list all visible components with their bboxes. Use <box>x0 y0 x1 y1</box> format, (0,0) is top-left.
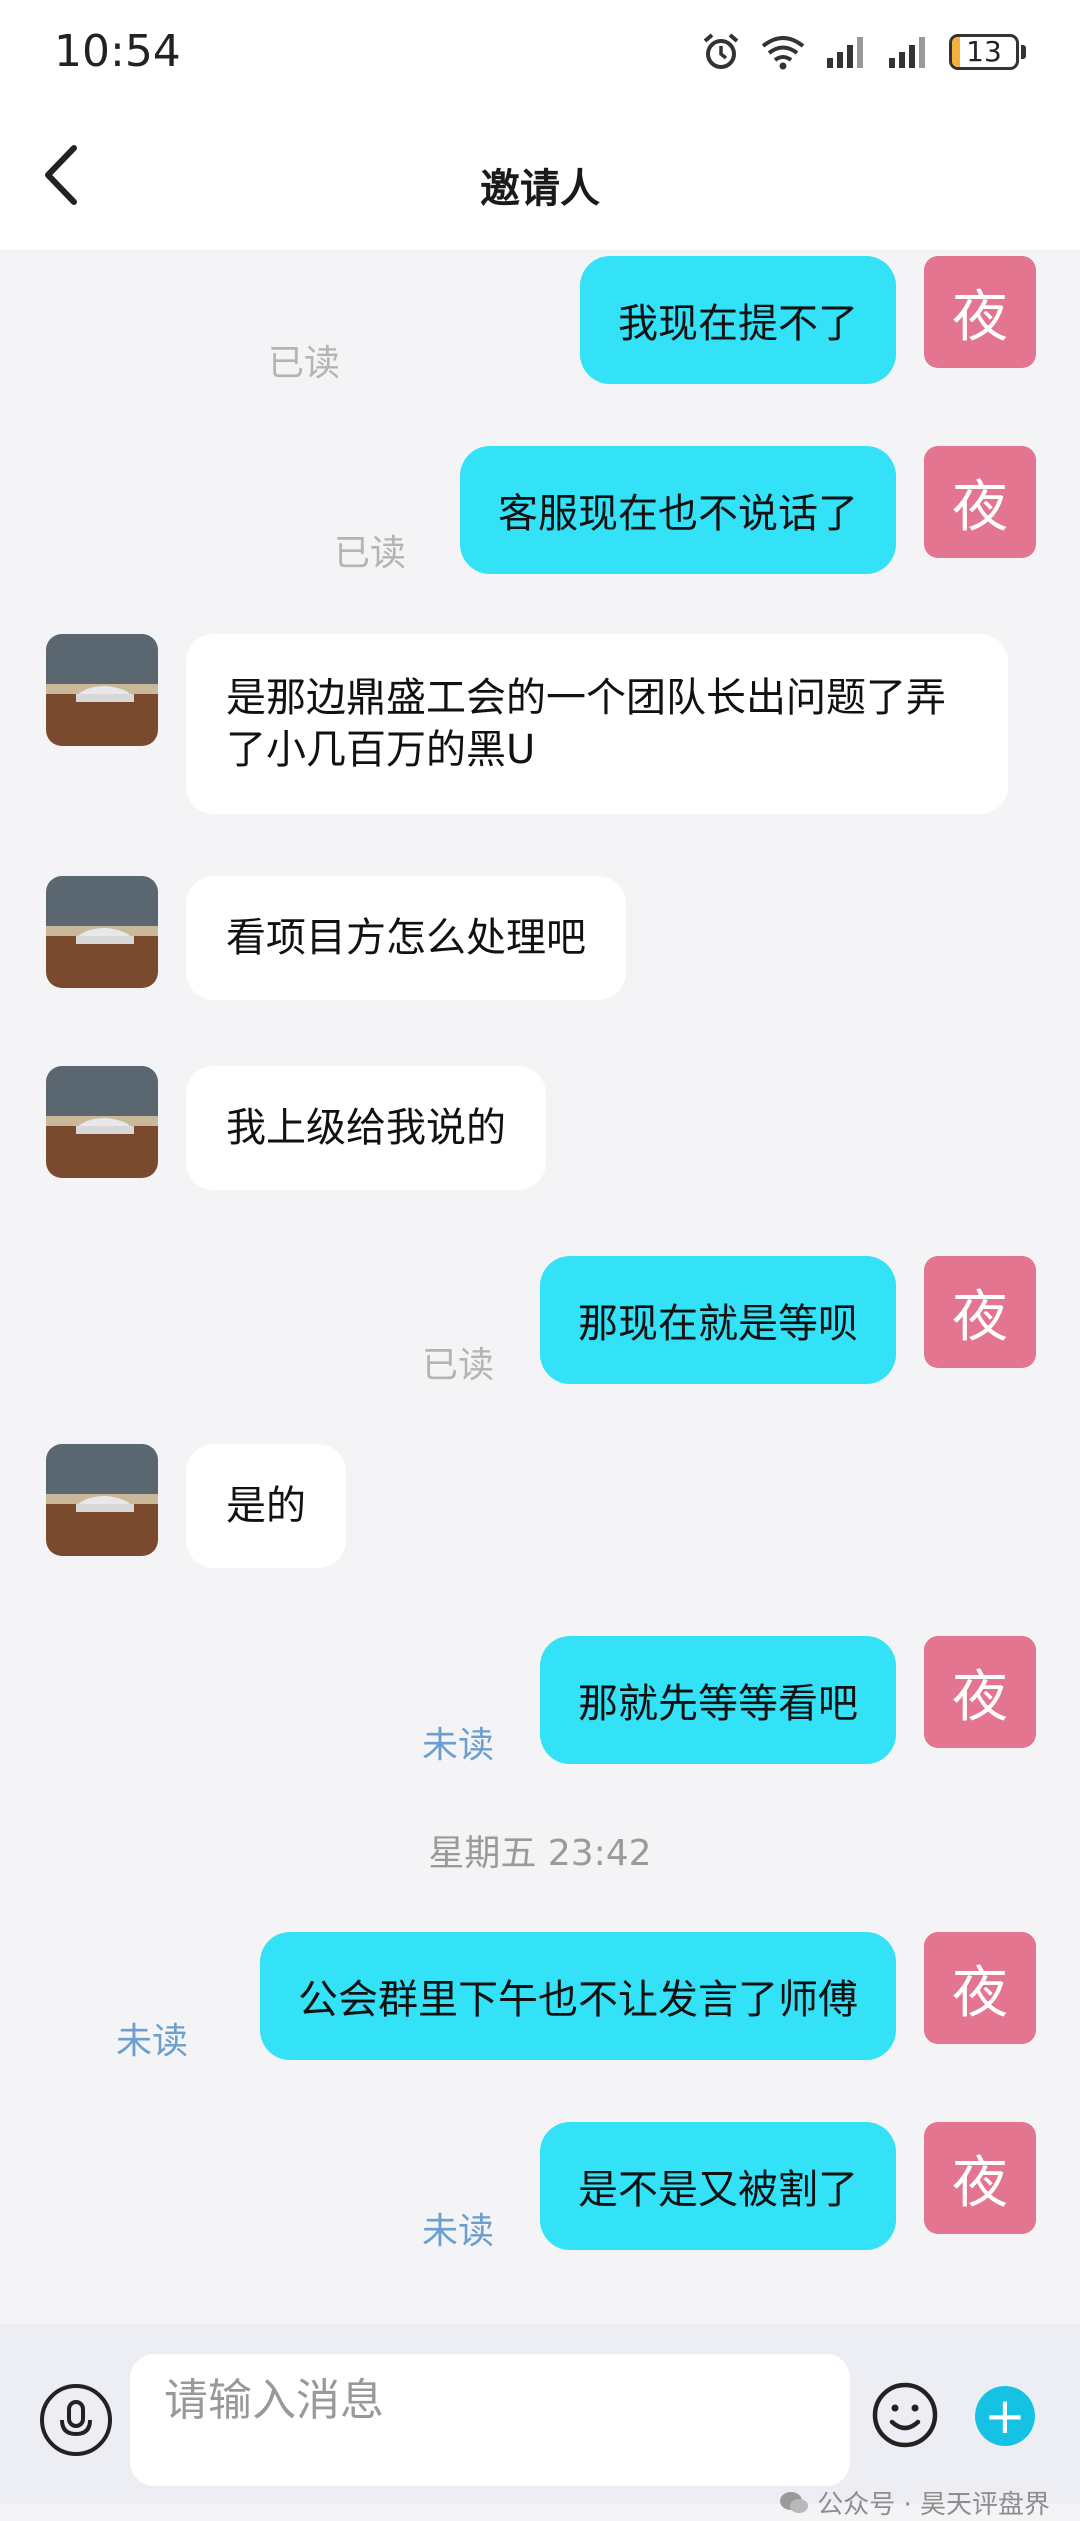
signal-icon <box>827 37 863 68</box>
wechat-icon <box>780 2491 809 2513</box>
status-icons: 13 <box>701 28 1026 76</box>
my-avatar[interactable]: 夜 <box>924 1636 1036 1748</box>
wifi-icon <box>761 36 805 70</box>
add-button[interactable]: + <box>975 2386 1035 2446</box>
battery-icon: 13 <box>949 34 1026 70</box>
unread-status: 未读 <box>421 1725 494 1766</box>
signal-icon <box>889 37 925 68</box>
message-bubble-received[interactable]: 是那边鼎盛工会的一个团队长出问题了弄了小几百万的黑U <box>186 634 1008 814</box>
my-avatar[interactable]: 夜 <box>924 446 1036 558</box>
status-bar: 10:54 13 <box>0 0 1080 100</box>
input-bar: + <box>0 2324 1080 2504</box>
smiley-icon <box>872 2382 938 2448</box>
message-bubble-sent[interactable]: 客服现在也不说话了 <box>460 446 896 574</box>
timestamp: 星期五 23:42 <box>428 1833 652 1874</box>
contact-avatar[interactable] <box>46 1444 158 1556</box>
header: 邀请人 <box>0 100 1080 250</box>
car-avatar-image <box>46 634 158 746</box>
message-bubble-received[interactable]: 我上级给我说的 <box>186 1066 546 1190</box>
message-bubble-received[interactable]: 看项目方怎么处理吧 <box>186 876 626 1000</box>
voice-button[interactable] <box>40 2384 112 2456</box>
unread-status: 未读 <box>421 2211 494 2252</box>
watermark-text: 公众号 · 昊天评盘界 <box>817 2490 1050 2520</box>
battery-level: 13 <box>966 35 1002 68</box>
read-status: 已读 <box>267 343 340 384</box>
message-bubble-received[interactable]: 是的 <box>186 1444 346 1568</box>
message-bubble-sent[interactable]: 我现在提不了 <box>580 256 896 384</box>
message-bubble-sent[interactable]: 那就先等等看吧 <box>540 1636 896 1764</box>
my-avatar[interactable]: 夜 <box>924 1256 1036 1368</box>
microphone-icon <box>60 2400 92 2437</box>
contact-avatar[interactable] <box>46 876 158 988</box>
page-title: 邀请人 <box>480 166 600 212</box>
chat-area[interactable]: 已读 我现在提不了 夜 已读 客服现在也不说话了 夜 是那边鼎盛工会的一个团队长… <box>0 250 1080 2324</box>
my-avatar[interactable]: 夜 <box>924 2122 1036 2234</box>
alarm-icon <box>703 33 739 69</box>
message-input[interactable] <box>130 2354 850 2486</box>
read-status: 已读 <box>333 533 406 574</box>
status-time: 10:54 <box>54 26 181 77</box>
my-avatar[interactable]: 夜 <box>924 256 1036 368</box>
message-bubble-sent[interactable]: 那现在就是等呗 <box>540 1256 896 1384</box>
my-avatar[interactable]: 夜 <box>924 1932 1036 2044</box>
contact-avatar[interactable] <box>46 634 158 746</box>
read-status: 已读 <box>421 1345 494 1386</box>
message-bubble-sent[interactable]: 公会群里下午也不让发言了师傅 <box>260 1932 896 2060</box>
car-avatar-image <box>46 1066 158 1178</box>
unread-status: 未读 <box>115 2021 188 2062</box>
watermark: 公众号 · 昊天评盘界 <box>779 2484 1050 2521</box>
car-avatar-image <box>46 1444 158 1556</box>
contact-avatar[interactable] <box>46 1066 158 1178</box>
emoji-button[interactable] <box>870 2380 940 2450</box>
car-avatar-image <box>46 876 158 988</box>
message-bubble-sent[interactable]: 是不是又被割了 <box>540 2122 896 2250</box>
